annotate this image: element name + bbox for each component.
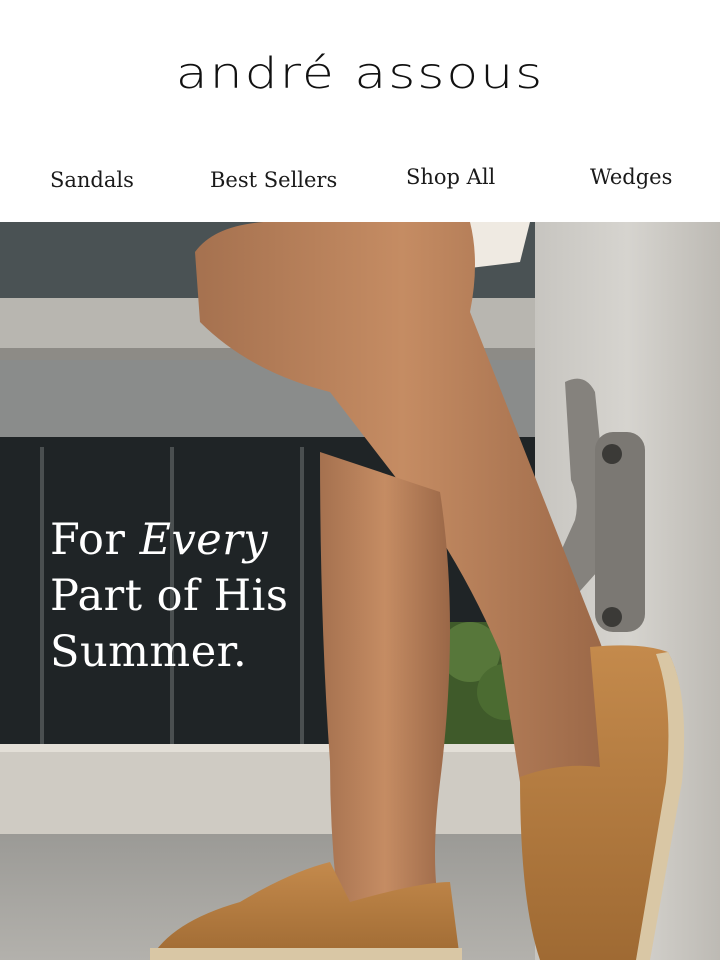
main-nav: Sandals Best Sellers Shop All Wedges	[0, 160, 720, 200]
nav-link-best-sellers[interactable]: Best Sellers	[210, 168, 337, 192]
nav-link-sandals[interactable]: Sandals	[50, 168, 134, 192]
leg-standing	[320, 452, 450, 922]
hero-banner[interactable]: For Every Part of His Summer.	[0, 222, 720, 960]
brand-logo[interactable]: andré assous	[0, 49, 720, 98]
headline-emphasis: Every	[139, 515, 269, 565]
email-header: andré assous Sandals Best Sellers Shop A…	[0, 0, 720, 222]
nav-link-wedges[interactable]: Wedges	[590, 165, 672, 189]
headline-prefix: For	[50, 515, 140, 565]
hero-headline: For Every Part of His Summer.	[50, 512, 288, 680]
marble-ledge	[0, 744, 540, 834]
nav-link-shop-all[interactable]: Shop All	[406, 165, 495, 189]
espadrille-sole-floor	[150, 948, 462, 960]
headline-line-1: For Every	[50, 512, 288, 568]
headline-line-2: Part of His	[50, 571, 289, 621]
headline-line-3: Summer.	[50, 627, 248, 677]
